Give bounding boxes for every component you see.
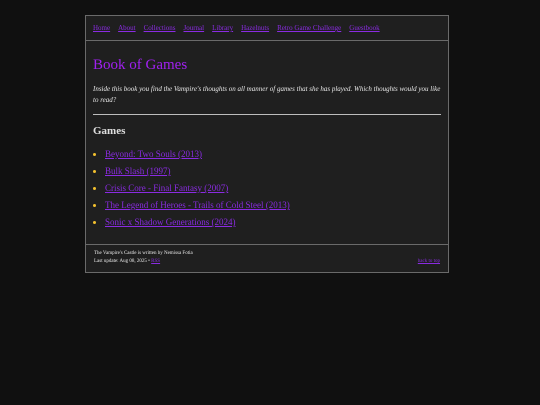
main-content: Book of Games Inside this book you find … [86, 41, 448, 244]
game-link-bulk-slash[interactable]: Bulk Slash (1997) [105, 166, 171, 176]
list-item: Crisis Core - Final Fantasy (2007) [105, 183, 441, 193]
footer: The Vampire's Castle is written by Nemis… [86, 244, 448, 272]
footer-credit: The Vampire's Castle is written by Nemis… [94, 251, 193, 256]
game-link-beyond-two-souls[interactable]: Beyond: Two Souls (2013) [105, 149, 202, 159]
footer-update-line: Last update: Aug 08, 2025 • RSS [94, 258, 440, 266]
nav-about[interactable]: About [118, 24, 136, 32]
nav-retro-game-challenge[interactable]: Retro Game Challenge [277, 24, 341, 32]
nav-journal[interactable]: Journal [184, 24, 205, 32]
game-link-sonic-x-shadow[interactable]: Sonic x Shadow Generations (2024) [105, 217, 235, 227]
page-container: Home About Collections Journal Library H… [85, 15, 449, 273]
back-to-top-link[interactable]: back to top [418, 258, 440, 266]
list-item: Sonic x Shadow Generations (2024) [105, 217, 441, 227]
nav-guestbook[interactable]: Guestbook [349, 24, 379, 32]
divider [93, 114, 441, 115]
list-item: Bulk Slash (1997) [105, 166, 441, 176]
nav-home[interactable]: Home [93, 24, 110, 32]
top-nav: Home About Collections Journal Library H… [86, 16, 448, 41]
nav-collections[interactable]: Collections [144, 24, 176, 32]
list-item: The Legend of Heroes - Trails of Cold St… [105, 200, 441, 210]
page-title: Book of Games [93, 57, 188, 73]
intro-text: Inside this book you find the Vampire's … [93, 85, 441, 104]
last-update-text: Last update: Aug 08, 2025 • [94, 259, 150, 264]
game-link-crisis-core[interactable]: Crisis Core - Final Fantasy (2007) [105, 183, 228, 193]
section-heading: Games [93, 125, 126, 137]
nav-hazelnuts[interactable]: Hazelnuts [241, 24, 269, 32]
games-list: Beyond: Two Souls (2013) Bulk Slash (199… [93, 149, 441, 227]
nav-library[interactable]: Library [212, 24, 233, 32]
list-item: Beyond: Two Souls (2013) [105, 149, 441, 159]
game-link-trails-of-cold-steel[interactable]: The Legend of Heroes - Trails of Cold St… [105, 200, 290, 210]
rss-link[interactable]: RSS [151, 259, 160, 264]
